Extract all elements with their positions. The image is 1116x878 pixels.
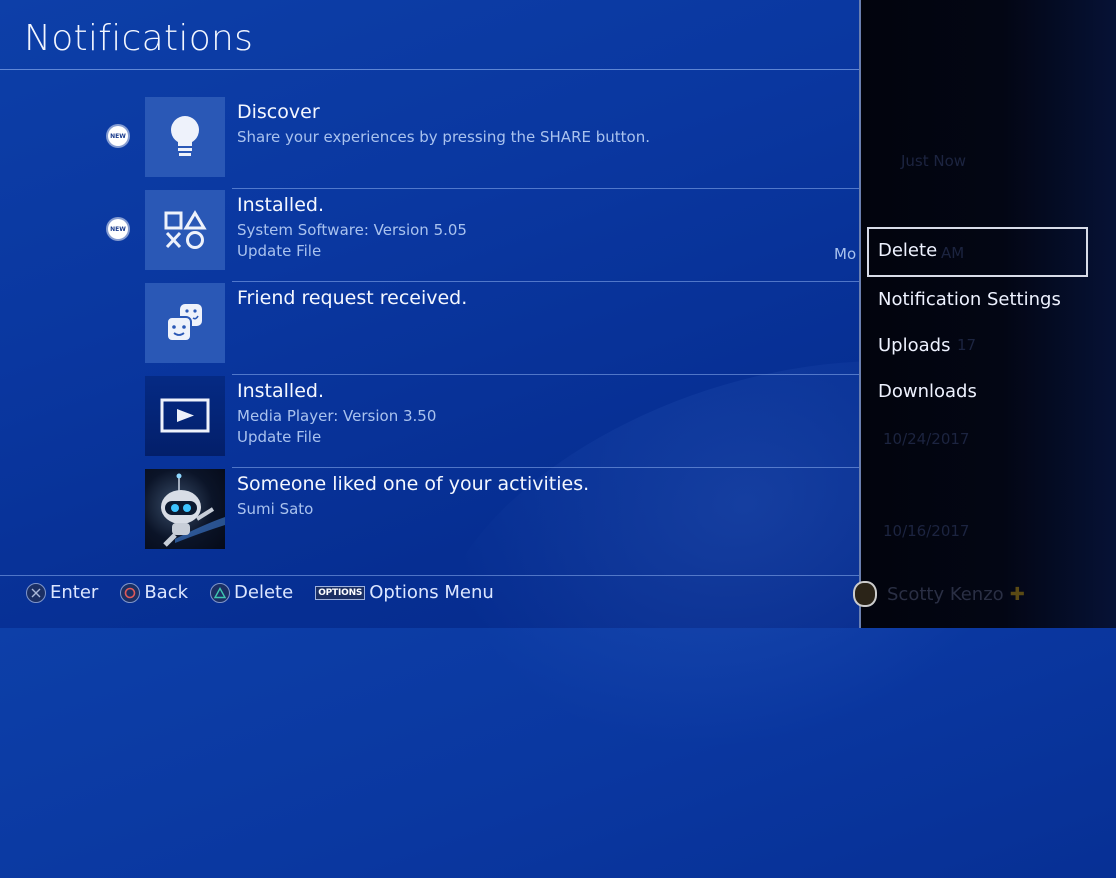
notification-item[interactable]: NEW Installed. System Software: Version …	[0, 189, 859, 282]
menu-item-delete[interactable]: Delete	[867, 227, 1088, 277]
notification-list: NEW Discover Share your experiences by p…	[0, 96, 859, 561]
friends-icon	[145, 283, 225, 363]
options-button-icon: OPTIONS	[315, 585, 366, 600]
notification-detail-secondary: Update File	[237, 242, 322, 260]
user-avatar	[853, 581, 877, 607]
notification-item[interactable]: Installed. Media Player: Version 3.50 Up…	[0, 375, 859, 468]
ghost-timestamp: 10/16/2017	[883, 522, 970, 540]
menu-item-downloads[interactable]: Downloads	[867, 369, 1088, 415]
options-menu: Delete Notification Settings Uploads Dow…	[867, 227, 1088, 415]
user-name: Scotty Kenzo	[887, 583, 1004, 605]
ps-plus-icon: ✚	[1009, 583, 1025, 605]
menu-item-uploads[interactable]: Uploads	[867, 323, 1088, 369]
notification-detail: Sumi Sato	[237, 500, 314, 518]
notification-detail: System Software: Version 5.05	[237, 221, 467, 239]
notification-detail: Media Player: Version 3.50	[237, 407, 437, 425]
notification-item[interactable]: NEW Discover Share your experiences by p…	[0, 96, 859, 189]
button-hints: Enter Back Delete OPTIONS Options Menu	[26, 582, 516, 603]
notification-headline: Someone liked one of your activities.	[237, 473, 590, 495]
user-profile: Scotty Kenzo ✚	[853, 581, 1025, 607]
hint-delete: Delete	[210, 582, 293, 603]
notification-item[interactable]: Friend request received.	[0, 282, 859, 375]
circle-button-icon	[120, 582, 141, 603]
notification-headline: Installed.	[237, 380, 324, 402]
ghost-timestamp: 10/24/2017	[883, 430, 970, 448]
new-badge: NEW	[108, 126, 128, 146]
menu-item-notification-settings[interactable]: Notification Settings	[867, 277, 1088, 323]
notification-headline: Installed.	[237, 194, 324, 216]
notification-headline: Friend request received.	[237, 287, 468, 309]
hint-label: Enter	[50, 582, 99, 603]
notification-detail: Share your experiences by pressing the S…	[237, 128, 650, 146]
hint-enter: Enter	[26, 582, 98, 603]
astro-bot-avatar	[145, 469, 225, 549]
hint-back: Back	[120, 582, 188, 603]
notification-headline: Discover	[237, 101, 320, 123]
hint-label: Options Menu	[369, 582, 494, 603]
media-player-icon	[145, 376, 225, 456]
triangle-button-icon	[210, 582, 231, 603]
footer-divider	[0, 575, 859, 576]
hint-label: Delete	[234, 582, 294, 603]
new-badge: NEW	[108, 219, 128, 239]
notification-timestamp-partial: Mo	[834, 245, 857, 263]
cross-button-icon	[26, 582, 46, 603]
notification-detail-secondary: Update File	[237, 428, 322, 446]
title-divider	[0, 69, 859, 70]
options-menu-panel: Just Now AM 17 10/24/2017 10/16/2017 Del…	[853, 0, 1116, 628]
page-title: Notifications	[24, 18, 254, 59]
hint-options: OPTIONS Options Menu	[315, 582, 494, 603]
lightbulb-icon	[145, 97, 225, 177]
ghost-timestamp: Just Now	[901, 152, 967, 170]
notification-item[interactable]: Someone liked one of your activities. Su…	[0, 468, 859, 561]
hint-label: Back	[144, 582, 189, 603]
playstation-shapes-icon	[145, 190, 225, 270]
